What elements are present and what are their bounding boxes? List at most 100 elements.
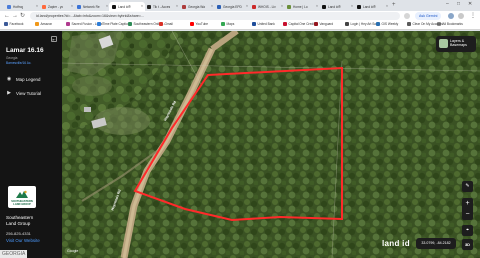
tab-close-icon[interactable]: × [351,4,353,8]
minimize-icon[interactable]: – [446,1,449,7]
land-id-logo: land id [382,239,410,248]
all-bookmarks-label: All Bookmarks [442,22,463,26]
bookmark-favicon-icon [35,22,39,26]
zoom-in-button[interactable]: + [462,198,473,209]
ask-gemini-button[interactable]: Ask Gemini [415,12,442,20]
bookmark-item[interactable]: Gmail [159,22,173,26]
view-tutorial-button[interactable]: ▶ View Tutorial [6,90,41,96]
tab-favicon-icon [7,4,11,9]
reload-icon[interactable]: ↻ [20,12,25,20]
locate-icon[interactable]: ⌖ [462,225,473,236]
tab-close-icon[interactable]: × [106,4,108,8]
agent-website-link[interactable]: Visit Our Website [6,238,40,243]
tab-favicon-icon [287,4,291,9]
bookmark-label: United Bank [257,22,275,26]
bookmark-item[interactable]: Vanguard [314,22,333,26]
bookmark-item[interactable]: Maps [221,22,234,26]
url-text: id.land/properties?id=...&tab=info&zoom=… [36,14,144,18]
tab-close-icon[interactable]: × [176,4,178,8]
bookmark-label: Amazon [40,22,53,26]
back-icon[interactable]: ← [4,12,10,20]
bookmark-favicon-icon [407,22,411,26]
agent-name-line-2: Land Group [6,220,31,226]
layers-basemaps-button[interactable]: Layers & Basemaps [436,36,476,52]
tab-close-icon[interactable]: × [316,4,318,8]
browser-tab[interactable]: Land id® × [109,2,145,11]
bookmark-item[interactable]: Facebook [4,22,24,26]
bookmark-favicon-icon [345,22,349,26]
new-tab-button[interactable]: + [392,2,396,8]
bookmark-favicon-icon [97,22,101,26]
bookmarks-bar: All Bookmarks Facebook Amazon Sacred Fusio… [0,21,480,30]
tab-close-icon[interactable]: × [246,4,248,8]
bookmark-label: Clear On My Account [412,22,443,26]
browser-tab[interactable]: Home | Lo × [284,2,320,11]
downloads-icon[interactable] [458,13,464,19]
bookmark-item[interactable]: GIS Weekly [376,22,398,26]
browser-tab[interactable]: Zapier - yo × [39,2,75,11]
agent-logo-text: SOUTHEASTERN LAND GROUP [11,200,33,206]
address-bar[interactable]: id.land/properties?id=...&tab=info&zoom=… [30,12,400,20]
draw-tool-button[interactable]: ✎ [462,181,473,192]
browser-tab[interactable]: Network Re × [74,2,110,11]
bookmark-favicon-icon [283,22,287,26]
tab-title: Network Re [83,4,100,9]
tab-close-icon[interactable]: × [386,4,388,8]
play-icon: ▶ [7,90,11,96]
close-window-icon[interactable]: ✕ [468,1,472,7]
bookmark-label: Maps [226,22,235,26]
satellite-map[interactable]: Hayneeds Rd Hayneeds Rd Google [62,31,480,258]
3d-toggle-button[interactable]: 3D [462,239,473,250]
tab-close-icon[interactable]: × [141,4,143,8]
tab-title: Land id® [363,4,376,9]
agent-logo: SOUTHEASTERN LAND GROUP [8,186,36,208]
browser-tab[interactable]: Georgia EPD × [214,2,250,11]
tab-favicon-icon [147,4,151,9]
bookmark-favicon-icon [221,22,225,26]
extensions-icon[interactable] [404,13,410,19]
view-tutorial-label: View Tutorial [16,90,42,96]
browser-tab[interactable]: WHOIS - Liv × [249,2,285,11]
bookmark-favicon-icon [190,22,194,26]
bookmark-item[interactable]: Capital One Credit... [283,22,317,26]
maximize-icon[interactable]: □ [457,1,460,7]
tab-favicon-icon [77,4,81,9]
browser-tab[interactable]: Land id® × [319,2,355,11]
tab-close-icon[interactable]: × [71,4,73,8]
browser-tab[interactable]: Tik t - Acces × [144,2,180,11]
tab-close-icon[interactable]: × [211,4,213,8]
bookmark-label: Gmail [164,22,173,26]
map-legend-button[interactable]: ◉ Map Legend [6,76,41,82]
bookmark-item[interactable]: Time Plate Caption [97,22,130,26]
property-sidebar: ⇤ Lamar 16.16 Georgia Barnesville/16 Ac.… [0,31,62,258]
browser-tab[interactable]: Hotfrog × [4,2,40,11]
tab-title: Zapier - yo [48,4,64,9]
tab-favicon-icon [357,4,361,9]
tab-title: Tik t - Acces [153,4,171,9]
panel-collapse-icon[interactable]: ⇤ [51,36,57,42]
tab-close-icon[interactable]: × [36,4,38,8]
bookmark-item[interactable]: United Bank [252,22,275,26]
browser-tab[interactable]: Georgia Wa × [179,2,215,11]
bookmark-label: GIS Weekly [381,22,399,26]
bookmark-favicon-icon [159,22,163,26]
bookmark-favicon-icon [376,22,380,26]
bookmark-item[interactable]: YouTube [190,22,208,26]
tab-favicon-icon [252,4,256,9]
bookmark-label: Vanguard [319,22,334,26]
tab-favicon-icon [182,4,186,9]
bookmark-item[interactable]: Clear On My Account [407,22,443,26]
menu-kebab-icon[interactable]: ⋮ [470,12,476,20]
property-acres-link[interactable]: Barnesville/16 Ac. [6,61,31,65]
agent-phone[interactable]: 256-825-4331 [6,231,31,236]
map-imagery [62,31,480,258]
layers-icon [439,39,448,48]
forward-icon[interactable]: → [12,12,18,20]
coordinates-readout[interactable]: 33.0799, -84.2182 [416,238,456,249]
zoom-out-button[interactable]: − [462,209,473,220]
profile-avatar[interactable] [448,13,454,19]
browser-tab[interactable]: Land id® × [354,2,390,11]
tab-close-icon[interactable]: × [281,4,283,8]
bookmark-item[interactable]: Amazon [35,22,52,26]
basemaps-label: Basemaps [450,43,467,48]
